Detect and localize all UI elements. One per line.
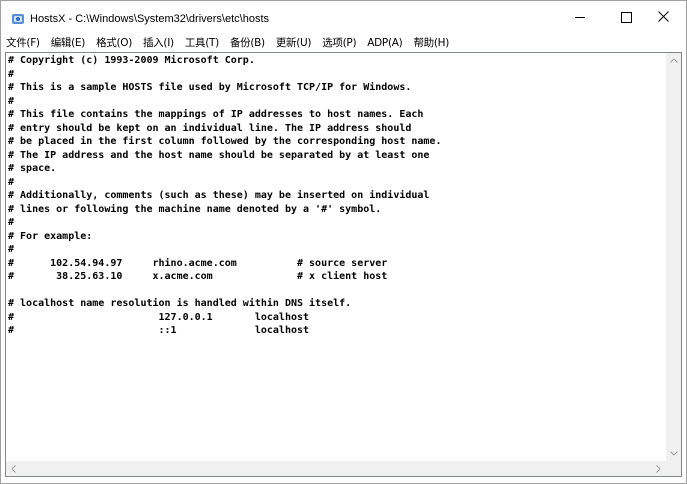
scroll-down-icon[interactable] <box>666 446 681 461</box>
text-line: # entry should be kept on an individual … <box>8 122 412 134</box>
menu-edit[interactable]: 编辑(E) <box>51 35 86 50</box>
text-line: # This file contains the mappings of IP … <box>8 109 424 120</box>
vertical-scrollbar[interactable] <box>666 53 681 461</box>
title-bar[interactable]: HostsX - C:\Windows\System32\drivers\etc… <box>1 1 686 33</box>
scrollbar-corner <box>666 461 681 476</box>
text-line: # <box>8 217 15 228</box>
hostsx-app-icon <box>11 12 25 26</box>
menu-insert[interactable]: 插入(I) <box>143 35 174 50</box>
close-icon <box>657 9 669 25</box>
scroll-left-icon[interactable] <box>6 461 21 476</box>
menu-tools[interactable]: 工具(T) <box>185 35 219 50</box>
minimize-icon <box>575 16 585 18</box>
text-line: # 102.54.94.97 rhino.acme.com # source s… <box>8 257 388 269</box>
text-line: # localhost name resolution is handled w… <box>8 298 352 309</box>
editor-text-area[interactable]: # Copyright (c) 1993-2009 Microsoft Corp… <box>8 54 668 462</box>
scroll-up-icon[interactable] <box>666 53 681 68</box>
scroll-right-icon[interactable] <box>651 461 666 476</box>
menu-options[interactable]: 选项(P) <box>322 35 356 50</box>
window-title: HostsX - C:\Windows\System32\drivers\etc… <box>30 13 270 25</box>
text-line: # space. <box>8 163 57 174</box>
text-line: # <box>8 176 15 188</box>
text-line: # be placed in the first column followed… <box>8 136 442 147</box>
text-line: # lines or following the machine name de… <box>8 203 382 215</box>
menu-help[interactable]: 帮助(H) <box>413 35 449 50</box>
text-line: # 38.25.63.10 x.acme.com # x client host <box>8 271 388 282</box>
maximize-icon <box>620 11 632 23</box>
text-line: # ::1 localhost <box>8 325 310 336</box>
text-line: # This is a sample HOSTS file used by Mi… <box>8 82 412 93</box>
hosts-editor[interactable]: # Copyright (c) 1993-2009 Microsoft Corp… <box>5 52 682 477</box>
close-button[interactable] <box>640 1 686 33</box>
menu-file[interactable]: 文件(F) <box>6 35 40 50</box>
text-line: # <box>8 95 15 107</box>
menu-update[interactable]: 更新(U) <box>276 35 312 50</box>
text-line: # <box>8 244 15 255</box>
minimize-button[interactable] <box>557 1 603 33</box>
hostsx-window: HostsX - C:\Windows\System32\drivers\etc… <box>0 0 687 484</box>
menu-bar: 文件(F) 编辑(E) 格式(O) 插入(I) 工具(T) 备份(B) 更新(U… <box>1 33 686 52</box>
horizontal-scrollbar[interactable] <box>6 461 666 476</box>
text-line: # For example: <box>8 230 93 242</box>
text-line: # The IP address and the host name shoul… <box>8 149 430 161</box>
menu-adp[interactable]: ADP(A) <box>367 37 402 49</box>
text-line: # Copyright (c) 1993-2009 Microsoft Corp… <box>8 55 255 66</box>
text-line: # Additionally, comments (such as these)… <box>8 190 430 201</box>
menu-backup[interactable]: 备份(B) <box>230 35 265 50</box>
text-line: # <box>8 68 15 80</box>
menu-format[interactable]: 格式(O) <box>96 35 132 50</box>
text-line <box>8 284 668 298</box>
text-line: # 127.0.0.1 localhost <box>8 311 310 323</box>
